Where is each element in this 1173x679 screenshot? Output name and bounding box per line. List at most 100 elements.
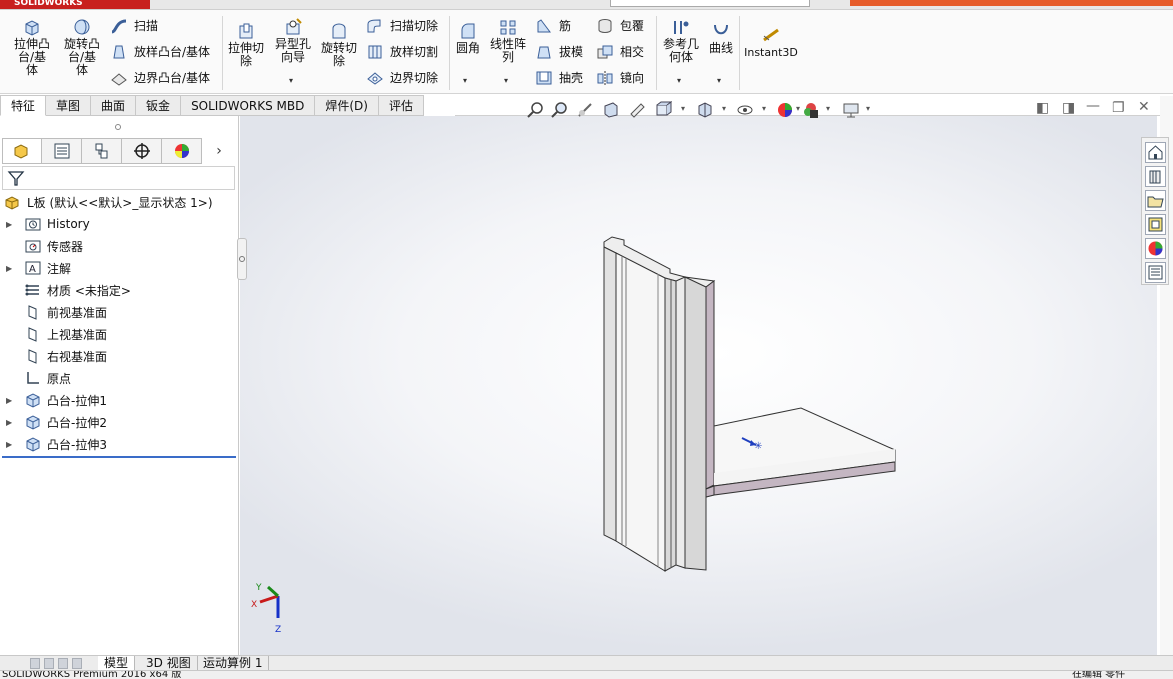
linear-pattern-button[interactable]: 线性阵列 [488, 18, 528, 64]
tree-item[interactable]: ▶ 凸台-拉伸1 [0, 389, 238, 411]
edit-appearance-icon[interactable] [776, 101, 794, 119]
display-style-caret[interactable]: ▾ [722, 104, 726, 113]
edit-appearance-caret[interactable]: ▾ [796, 104, 800, 113]
design-library-icon[interactable] [1145, 166, 1166, 187]
view-settings-caret[interactable]: ▾ [866, 104, 870, 113]
last-tab-nav[interactable] [72, 658, 82, 669]
extrude-cut-button[interactable]: 拉伸切除 [226, 22, 266, 68]
feature-manager-tab[interactable] [2, 138, 42, 164]
minimize-icon[interactable]: — [1086, 98, 1100, 114]
instant3d-button[interactable]: Instant3D [744, 26, 798, 59]
tree-item[interactable]: 材质 <未指定> [0, 279, 238, 301]
zoom-to-fit-icon[interactable] [526, 101, 544, 119]
tab-sketch[interactable]: 草图 [46, 95, 92, 116]
rollback-bar[interactable] [2, 456, 236, 458]
expand-arrow-icon[interactable]: ▶ [6, 396, 16, 405]
sweep-button[interactable]: 扫描 [110, 17, 158, 34]
tab-weldments[interactable]: 焊件(D) [315, 95, 379, 116]
tab-mbd[interactable]: SOLIDWORKS MBD [181, 95, 316, 116]
graphics-area[interactable]: ✳ X Y Z [240, 116, 1157, 655]
tree-item[interactable]: 传感器 [0, 235, 238, 257]
shell-button[interactable]: 抽壳 [535, 69, 583, 86]
fillet-button[interactable]: 圆角 [452, 22, 484, 55]
view-palette-icon[interactable] [1145, 214, 1166, 235]
expand-arrow-icon[interactable]: ▶ [6, 440, 16, 449]
extrude-boss-button[interactable]: 拉伸凸台/基体 [8, 18, 56, 77]
panel-splitter[interactable] [0, 116, 238, 138]
configuration-manager-tab[interactable] [82, 138, 122, 164]
previous-view-icon[interactable] [576, 101, 594, 119]
custom-properties-icon[interactable] [1145, 262, 1166, 283]
view-settings-icon[interactable] [842, 101, 860, 119]
tab-model[interactable]: 模型 [98, 656, 136, 671]
tree-root-part[interactable]: L板 (默认<<默认>_显示状态 1>) [0, 191, 238, 213]
intersect-button[interactable]: 相交 [596, 43, 644, 60]
apply-scene-caret[interactable]: ▾ [826, 104, 830, 113]
reference-geometry-caret[interactable]: ▾ [677, 76, 681, 85]
curves-button[interactable]: 曲线 [705, 22, 737, 55]
revolve-boss-button[interactable]: 旋转凸台/基体 [58, 18, 106, 77]
tree-item[interactable]: ▶ A 注解 [0, 257, 238, 279]
tree-item[interactable]: 右视基准面 [0, 345, 238, 367]
zoom-to-area-icon[interactable] [550, 101, 568, 119]
prev-tab-nav[interactable] [44, 658, 54, 669]
part-model[interactable]: ✳ X Y Z [240, 116, 1157, 655]
dynamic-annotation-icon[interactable] [628, 101, 646, 119]
first-tab-nav[interactable] [30, 658, 40, 669]
tab-3d-views[interactable]: 3D 视图 [140, 656, 198, 671]
search-box[interactable] [610, 0, 810, 7]
expand-arrow-icon[interactable]: ▶ [6, 264, 16, 273]
mirror-button[interactable]: 镜向 [596, 69, 644, 86]
solidworks-logo[interactable]: SOLIDWORKS [0, 0, 150, 9]
revolve-cut-button[interactable]: 旋转切除 [318, 22, 360, 68]
section-view-icon[interactable] [602, 101, 620, 119]
tree-item[interactable]: ▶ 凸台-拉伸3 [0, 433, 238, 455]
tree-item[interactable]: 前视基准面 [0, 301, 238, 323]
feature-tree-filter[interactable] [2, 166, 235, 190]
tab-motion-study[interactable]: 运动算例 1 [197, 656, 270, 671]
tree-item[interactable]: ▶ History [0, 213, 238, 235]
view-orientation-icon[interactable] [654, 101, 672, 119]
display-style-icon[interactable] [696, 101, 714, 119]
tab-sheet-metal[interactable]: 钣金 [136, 95, 182, 116]
tab-features[interactable]: 特征 [0, 95, 47, 116]
boundary-boss-button[interactable]: 边界凸台/基体 [110, 69, 210, 86]
close-icon[interactable]: ✕ [1138, 99, 1150, 115]
tab-evaluate[interactable]: 评估 [378, 95, 424, 116]
display-manager-tab[interactable] [162, 138, 202, 164]
next-tab-nav[interactable] [58, 658, 68, 669]
curves-caret[interactable]: ▾ [717, 76, 721, 85]
linear-pattern-caret[interactable]: ▾ [504, 76, 508, 85]
rib-button[interactable]: 筋 [535, 17, 571, 34]
pane-left-icon[interactable]: ◧ [1036, 100, 1049, 116]
apply-scene-icon[interactable] [802, 101, 820, 119]
hide-show-items-icon[interactable] [736, 101, 754, 119]
tree-item[interactable]: 上视基准面 [0, 323, 238, 345]
solidworks-resources-icon[interactable] [1145, 142, 1166, 163]
tree-item[interactable]: 原点 [0, 367, 238, 389]
loft-boss-button[interactable]: 放样凸台/基体 [110, 43, 210, 60]
swept-cut-button[interactable]: 扫描切除 [366, 17, 438, 34]
pane-right-icon[interactable]: ◨ [1062, 100, 1075, 116]
boundary-cut-button[interactable]: 边界切除 [366, 69, 438, 86]
draft-button[interactable]: 拔模 [535, 43, 583, 60]
view-orientation-caret[interactable]: ▾ [681, 104, 685, 113]
expand-arrow-icon[interactable]: ▶ [6, 220, 16, 229]
tree-item[interactable]: ▶ 凸台-拉伸2 [0, 411, 238, 433]
property-manager-tab[interactable] [42, 138, 82, 164]
file-explorer-icon[interactable] [1145, 190, 1166, 211]
hide-show-caret[interactable]: ▾ [762, 104, 766, 113]
panel-collapse-handle[interactable] [237, 238, 247, 280]
reference-geometry-button[interactable]: 参考几何体 [660, 18, 702, 64]
hole-wizard-caret[interactable]: ▾ [289, 76, 293, 85]
expand-arrow-icon[interactable]: ▶ [6, 418, 16, 427]
more-tabs-chevron-icon[interactable]: › [202, 138, 236, 164]
dimxpert-manager-tab[interactable] [122, 138, 162, 164]
hole-wizard-button[interactable]: 异型孔向导 [272, 18, 314, 64]
wrap-button[interactable]: 包覆 [596, 17, 644, 34]
appearances-scenes-icon[interactable] [1145, 238, 1166, 259]
fillet-caret[interactable]: ▾ [463, 76, 467, 85]
tab-surfaces[interactable]: 曲面 [91, 95, 137, 116]
restore-icon[interactable]: ❐ [1112, 100, 1125, 116]
lofted-cut-button[interactable]: 放样切割 [366, 43, 438, 60]
